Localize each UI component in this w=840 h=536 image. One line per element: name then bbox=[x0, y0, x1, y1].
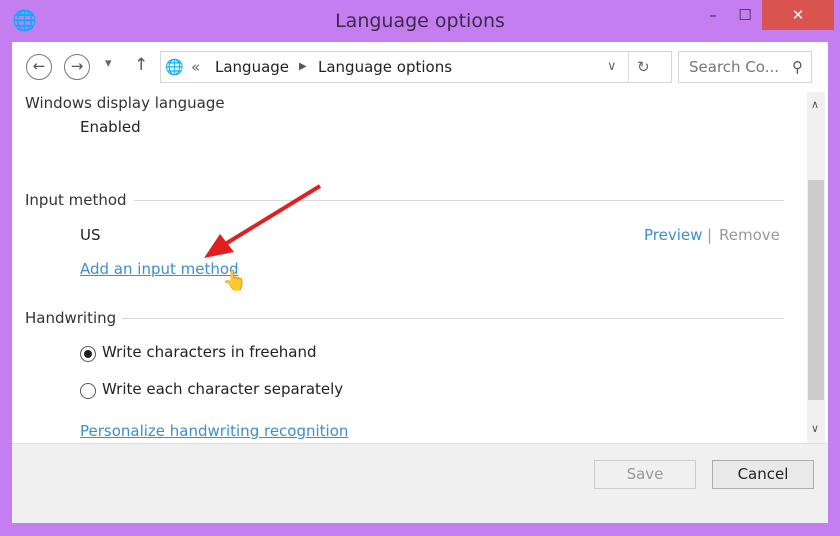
remove-link[interactable]: Remove bbox=[719, 226, 780, 244]
up-button[interactable]: ↑ bbox=[134, 55, 148, 75]
title-bar: 🌐 Language options – ☐ ✕ bbox=[0, 0, 840, 42]
scroll-up-icon[interactable]: ∧ bbox=[811, 98, 819, 111]
cancel-button[interactable]: Cancel bbox=[712, 460, 814, 489]
content-pane: Windows display language Enabled Input m… bbox=[12, 92, 807, 443]
scrollbar-thumb[interactable] bbox=[808, 180, 824, 400]
breadcrumb-language[interactable]: Language bbox=[215, 52, 289, 82]
refresh-icon[interactable]: ↻ bbox=[637, 52, 650, 82]
search-placeholder: Search Co... bbox=[689, 58, 779, 76]
overflow-chevron[interactable]: « bbox=[191, 52, 200, 82]
breadcrumb-separator-icon: ▶ bbox=[299, 61, 307, 72]
search-icon[interactable]: ⚲ bbox=[792, 52, 803, 82]
preview-link[interactable]: Preview bbox=[644, 226, 702, 244]
freehand-radio[interactable] bbox=[80, 346, 96, 362]
window-client: ← → ▾ ↑ 🌐 « Language ▶ Language options … bbox=[12, 42, 828, 523]
divider bbox=[122, 318, 784, 319]
separator: | bbox=[707, 226, 713, 244]
recent-dropdown[interactable]: ▾ bbox=[105, 56, 112, 71]
personalize-handwriting-link[interactable]: Personalize handwriting recognition bbox=[80, 422, 348, 440]
footer: Save Cancel bbox=[12, 443, 828, 523]
hand-cursor-icon: 👆 bbox=[222, 268, 247, 292]
forward-button[interactable]: → bbox=[64, 54, 90, 80]
close-button[interactable]: ✕ bbox=[762, 0, 834, 30]
chevron-down-icon[interactable]: ∨ bbox=[607, 52, 617, 82]
input-method-us: US bbox=[80, 226, 101, 244]
separate-label[interactable]: Write each character separately bbox=[102, 380, 343, 398]
search-input[interactable]: Search Co... ⚲ bbox=[678, 51, 812, 83]
breadcrumb-language-options[interactable]: Language options bbox=[318, 52, 452, 82]
navigation-bar: ← → ▾ ↑ 🌐 « Language ▶ Language options … bbox=[12, 42, 828, 92]
display-language-status: Enabled bbox=[80, 118, 141, 136]
input-method-heading: Input method bbox=[25, 191, 127, 209]
handwriting-heading: Handwriting bbox=[25, 309, 117, 327]
maximize-button[interactable]: ☐ bbox=[730, 0, 760, 30]
display-language-heading: Windows display language bbox=[25, 94, 225, 112]
minimize-button[interactable]: – bbox=[698, 0, 728, 30]
back-button[interactable]: ← bbox=[26, 54, 52, 80]
freehand-label[interactable]: Write characters in freehand bbox=[102, 343, 317, 361]
vertical-scrollbar[interactable]: ∧ ∨ bbox=[807, 92, 825, 443]
save-button[interactable]: Save bbox=[594, 460, 696, 489]
scroll-down-icon[interactable]: ∨ bbox=[811, 422, 819, 435]
language-icon: 🌐 bbox=[165, 58, 184, 76]
separate-radio[interactable] bbox=[80, 383, 96, 399]
address-bar[interactable]: 🌐 « Language ▶ Language options ∨ ↻ bbox=[160, 51, 672, 83]
red-arrow-annotation bbox=[204, 184, 322, 258]
